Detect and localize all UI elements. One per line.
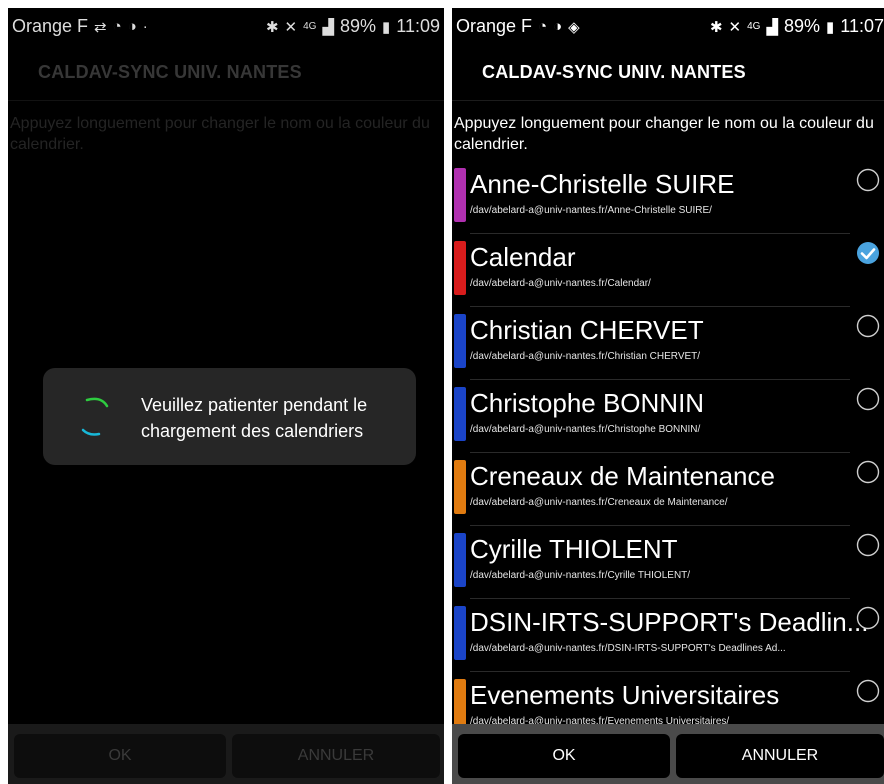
item-divider bbox=[470, 452, 850, 453]
calendar-color-swatch bbox=[454, 241, 466, 295]
calendar-color-swatch bbox=[454, 606, 466, 660]
button-bar: OK ANNULER bbox=[452, 724, 884, 784]
calendar-path: /dav/abelard-a@univ-nantes.fr/Creneaux d… bbox=[470, 497, 728, 508]
ok-button[interactable]: OK bbox=[14, 734, 226, 778]
calendar-path: /dav/abelard-a@univ-nantes.fr/Cyrille TH… bbox=[470, 570, 691, 581]
network-type: 4G bbox=[303, 21, 317, 32]
calendar-name: DSIN-IRTS-SUPPORT's Deadlin... bbox=[470, 607, 869, 637]
calendar-name: Evenements Universitaires bbox=[470, 680, 780, 710]
hint-text: Appuyez longuement pour changer le nom o… bbox=[454, 115, 874, 153]
signal-icon: ▟ bbox=[766, 18, 778, 36]
loading-message: Veuillez patienter pendant le chargement… bbox=[141, 395, 368, 441]
left-screen: Orange F ⇄ ◔ ◑ · ✱ ✕ 4G ▟ 89% ▮ 11:09 CA… bbox=[8, 8, 444, 784]
network-type: 4G bbox=[747, 21, 761, 32]
battery-icon: ▮ bbox=[382, 18, 391, 36]
calendar-name: Anne-Christelle SUIRE bbox=[470, 169, 735, 199]
calendar-list: Anne-Christelle SUIRE/dav/abelard-a@univ… bbox=[452, 163, 884, 724]
calendar-path: /dav/abelard-a@univ-nantes.fr/Christian … bbox=[470, 351, 701, 362]
calendar-name: Christophe BONNIN bbox=[470, 388, 705, 418]
radio-unchecked-icon[interactable] bbox=[856, 460, 880, 484]
calendar-path: /dav/abelard-a@univ-nantes.fr/Calendar/ bbox=[470, 278, 651, 289]
calendar-path: /dav/abelard-a@univ-nantes.fr/Evenements… bbox=[470, 716, 730, 724]
sync-icon: ◑ bbox=[127, 18, 137, 35]
radio-unchecked-icon[interactable] bbox=[856, 314, 880, 338]
calendar-item[interactable]: Christian CHERVET/dav/abelard-a@univ-nan… bbox=[452, 309, 884, 382]
battery-icon: ▮ bbox=[826, 18, 835, 36]
carrier-label: Orange F bbox=[12, 16, 89, 36]
calendar-path: /dav/abelard-a@univ-nantes.fr/Anne-Chris… bbox=[470, 205, 712, 216]
calendar-item[interactable]: Cyrille THIOLENT/dav/abelard-a@univ-nant… bbox=[452, 528, 884, 601]
cancel-button[interactable]: ANNULER bbox=[676, 734, 884, 778]
mute-icon: ✕ bbox=[284, 18, 298, 36]
signal-icon: ▟ bbox=[322, 18, 334, 36]
calendar-name: Christian CHERVET bbox=[470, 315, 704, 345]
calendar-color-swatch bbox=[454, 314, 466, 368]
item-divider bbox=[470, 306, 850, 307]
calendar-color-swatch bbox=[454, 533, 466, 587]
calendar-item[interactable]: Calendar/dav/abelard-a@univ-nantes.fr/Ca… bbox=[452, 236, 884, 309]
clock: 11:07 bbox=[840, 16, 884, 36]
data-saver-icon: ⇄ bbox=[94, 18, 107, 36]
status-bar: Orange F ◔ ◑ ◈ ✱ ✕ 4G ▟ 89% ▮ 11:07 bbox=[452, 8, 884, 44]
calendar-color-swatch bbox=[454, 679, 466, 724]
mute-icon: ✕ bbox=[728, 18, 742, 36]
calendar-color-swatch bbox=[454, 460, 466, 514]
sync-icon: ◑ bbox=[553, 18, 563, 35]
right-screen: Orange F ◔ ◑ ◈ ✱ ✕ 4G ▟ 89% ▮ 11:07 CALD… bbox=[452, 8, 884, 784]
calendar-item[interactable]: Christophe BONNIN/dav/abelard-a@univ-nan… bbox=[452, 382, 884, 455]
cancel-button[interactable]: ANNULER bbox=[232, 734, 440, 778]
location-icon: ◈ bbox=[568, 18, 580, 36]
wifi-icon: ◔ bbox=[538, 18, 548, 35]
dot-icon: · bbox=[142, 18, 148, 35]
calendar-item[interactable]: DSIN-IRTS-SUPPORT's Deadlin... /dav/abela… bbox=[452, 601, 884, 674]
carrier-label: Orange F bbox=[456, 16, 533, 36]
calendar-path: /dav/abelard-a@univ-nantes.fr/Christophe… bbox=[470, 424, 701, 435]
divider bbox=[452, 100, 884, 101]
item-divider bbox=[470, 671, 850, 672]
radio-unchecked-icon[interactable] bbox=[856, 679, 880, 703]
spinner-icon bbox=[81, 397, 109, 436]
radio-unchecked-icon[interactable] bbox=[856, 168, 880, 192]
calendar-path: /dav/abelard-a@univ-nantes.fr/DSIN-IRTS-… bbox=[470, 643, 786, 654]
item-divider bbox=[470, 379, 850, 380]
calendar-color-swatch bbox=[454, 168, 466, 222]
calendar-name: Creneaux de Maintenance bbox=[470, 461, 775, 491]
radio-unchecked-icon[interactable] bbox=[856, 533, 880, 557]
item-divider bbox=[470, 525, 850, 526]
calendar-color-swatch bbox=[454, 387, 466, 441]
battery-percent: 89% bbox=[783, 16, 821, 36]
calendar-item[interactable]: Evenements Universitaires/dav/abelard-a@… bbox=[452, 674, 884, 724]
bluetooth-icon: ✱ bbox=[265, 18, 279, 36]
loading-dialog: Veuillez patienter pendant le chargement… bbox=[43, 368, 416, 465]
ok-button[interactable]: OK bbox=[458, 734, 670, 778]
calendar-item[interactable]: Creneaux de Maintenance/dav/abelard-a@un… bbox=[452, 455, 884, 528]
radio-checked-icon[interactable] bbox=[856, 241, 880, 265]
item-divider bbox=[470, 233, 850, 234]
calendar-name: Calendar bbox=[470, 242, 576, 272]
status-bar: Orange F ⇄ ◔ ◑ · ✱ ✕ 4G ▟ 89% ▮ 11:09 bbox=[8, 8, 444, 44]
calendar-name: Cyrille THIOLENT bbox=[470, 534, 678, 564]
battery-percent: 89% bbox=[339, 16, 377, 36]
clock: 11:09 bbox=[396, 16, 440, 36]
calendar-item[interactable]: Anne-Christelle SUIRE/dav/abelard-a@univ… bbox=[452, 163, 884, 236]
radio-unchecked-icon[interactable] bbox=[856, 387, 880, 411]
item-divider bbox=[470, 598, 850, 599]
page-title: CALDAV-SYNC UNIV. NANTES bbox=[482, 62, 746, 82]
bluetooth-icon: ✱ bbox=[709, 18, 723, 36]
wifi-icon: ◔ bbox=[112, 18, 122, 35]
button-bar: OK ANNULER bbox=[8, 724, 444, 784]
radio-unchecked-icon[interactable] bbox=[856, 606, 880, 630]
